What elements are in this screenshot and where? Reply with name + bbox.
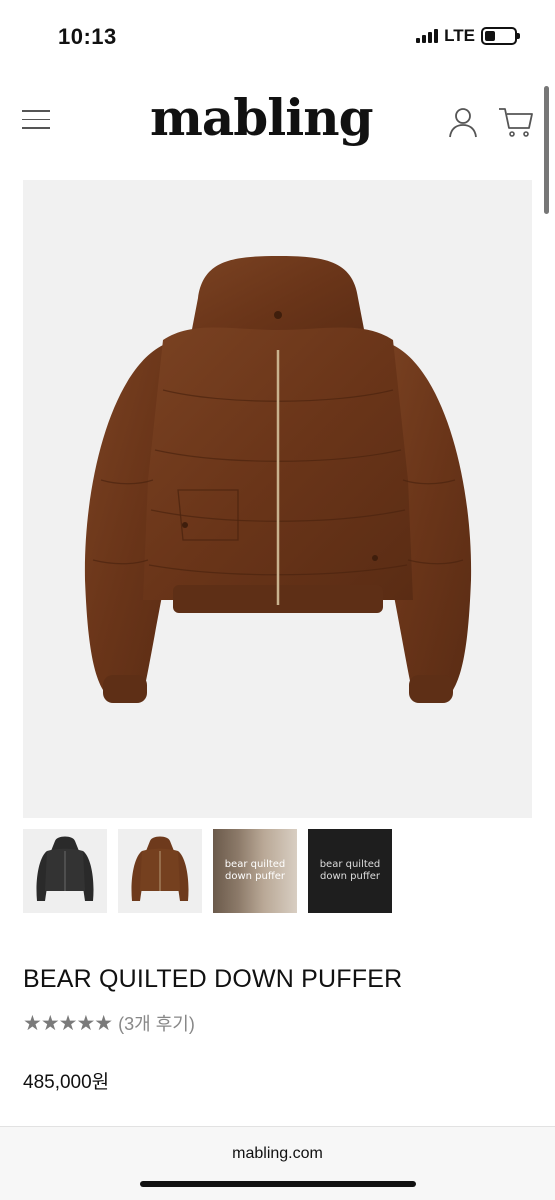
site-logo[interactable]: mabling bbox=[150, 88, 374, 147]
thumbnail-lifestyle-photo[interactable]: bear quilted down puffer bbox=[213, 829, 297, 913]
product-main-image[interactable] bbox=[23, 180, 532, 818]
network-label: LTE bbox=[444, 26, 475, 45]
status-bar: 10:13 LTE bbox=[0, 0, 555, 72]
page-scrollbar[interactable] bbox=[544, 86, 549, 214]
battery-icon bbox=[481, 27, 520, 45]
signal-icon bbox=[416, 29, 439, 43]
thumbnail-caption: bear quilted down puffer bbox=[224, 859, 286, 882]
review-count[interactable]: (3개 후기) bbox=[118, 1010, 195, 1036]
address-bar-url[interactable]: mabling.com bbox=[0, 1145, 555, 1163]
jacket-image bbox=[84, 256, 472, 703]
thumbnail-caption: bear quilted down puffer bbox=[319, 859, 381, 882]
status-time: 10:13 bbox=[58, 24, 117, 49]
site-header: mabling bbox=[0, 80, 555, 170]
product-price: 485,000원 bbox=[23, 1072, 110, 1093]
black-jacket-thumb-image bbox=[36, 836, 94, 901]
cart-icon[interactable] bbox=[498, 106, 534, 138]
thumbnail-brown-jacket[interactable] bbox=[118, 829, 202, 913]
thumbnail-promo-card[interactable]: bear quilted down puffer bbox=[308, 829, 392, 913]
product-title: BEAR QUILTED DOWN PUFFER bbox=[23, 965, 403, 993]
home-indicator[interactable] bbox=[140, 1181, 416, 1187]
user-icon[interactable] bbox=[448, 106, 478, 138]
browser-bottom-bar: mabling.com bbox=[0, 1126, 555, 1200]
product-rating[interactable]: ★★★★★ (3개 후기) bbox=[23, 1010, 195, 1036]
status-right: LTE bbox=[416, 26, 520, 46]
brown-jacket-thumb-image bbox=[131, 836, 189, 901]
star-rating-icon: ★★★★★ bbox=[23, 1011, 113, 1035]
thumbnail-black-jacket[interactable] bbox=[23, 829, 107, 913]
thumbnail-strip: bear quilted down puffer bear quilted do… bbox=[23, 829, 392, 913]
menu-icon[interactable] bbox=[22, 110, 50, 132]
